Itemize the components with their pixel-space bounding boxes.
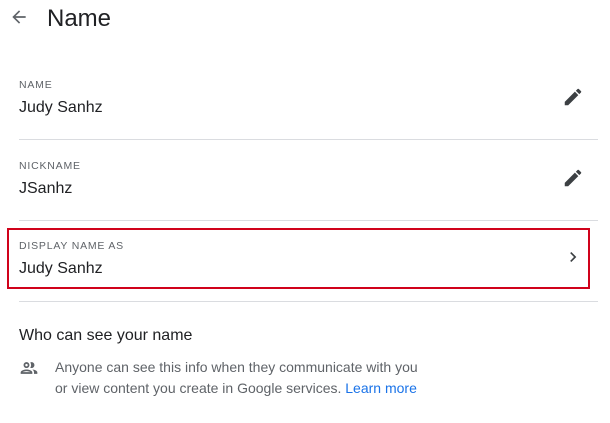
display-name-label: DISPLAY NAME AS <box>19 240 124 252</box>
back-button[interactable] <box>6 6 32 32</box>
chevron-right-icon <box>563 247 583 272</box>
section-title: Who can see your name <box>19 327 193 344</box>
open-display-name-button[interactable] <box>560 246 586 272</box>
display-name-value: Judy Sanhz <box>19 260 103 277</box>
pencil-icon <box>562 86 584 113</box>
people-icon <box>19 358 39 378</box>
edit-name-button[interactable] <box>560 86 586 112</box>
nickname-label: NICKNAME <box>19 160 81 172</box>
nickname-row[interactable]: NICKNAME JSanhz <box>0 151 598 221</box>
edit-nickname-button[interactable] <box>560 167 586 193</box>
nickname-value: JSanhz <box>19 180 73 197</box>
page-header: Name <box>0 0 610 40</box>
visibility-description: Anyone can see this info when they commu… <box>55 357 425 398</box>
name-row[interactable]: NAME Judy Sanhz <box>0 70 598 140</box>
pencil-icon <box>562 167 584 194</box>
name-value: Judy Sanhz <box>19 99 103 116</box>
divider <box>19 220 598 221</box>
divider <box>19 139 598 140</box>
display-name-row[interactable]: DISPLAY NAME AS Judy Sanhz <box>0 230 598 287</box>
divider <box>19 301 598 302</box>
page-title: Name <box>47 5 112 32</box>
arrow-left-icon <box>9 7 29 32</box>
name-label: NAME <box>19 79 53 91</box>
learn-more-link[interactable]: Learn more <box>345 380 417 396</box>
